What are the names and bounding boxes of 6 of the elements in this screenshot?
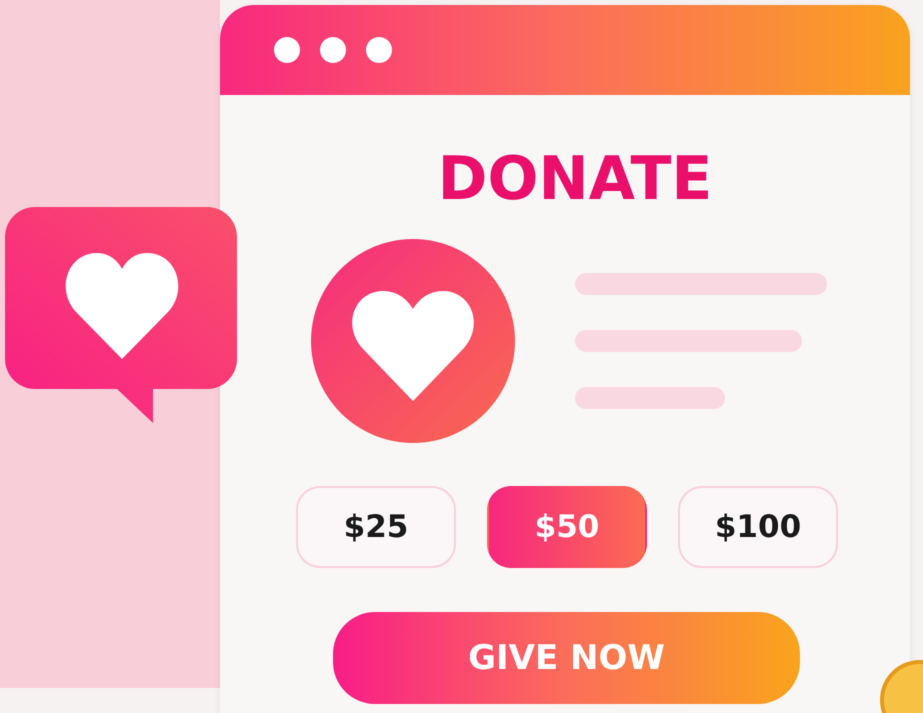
page-title: DONATE <box>436 147 714 211</box>
window-dot-icon <box>366 37 392 63</box>
window-dot-icon <box>320 37 346 63</box>
window-dot-icon <box>274 37 300 63</box>
amount-button[interactable]: $100 <box>678 486 838 568</box>
amount-button[interactable]: $25 <box>296 486 456 568</box>
